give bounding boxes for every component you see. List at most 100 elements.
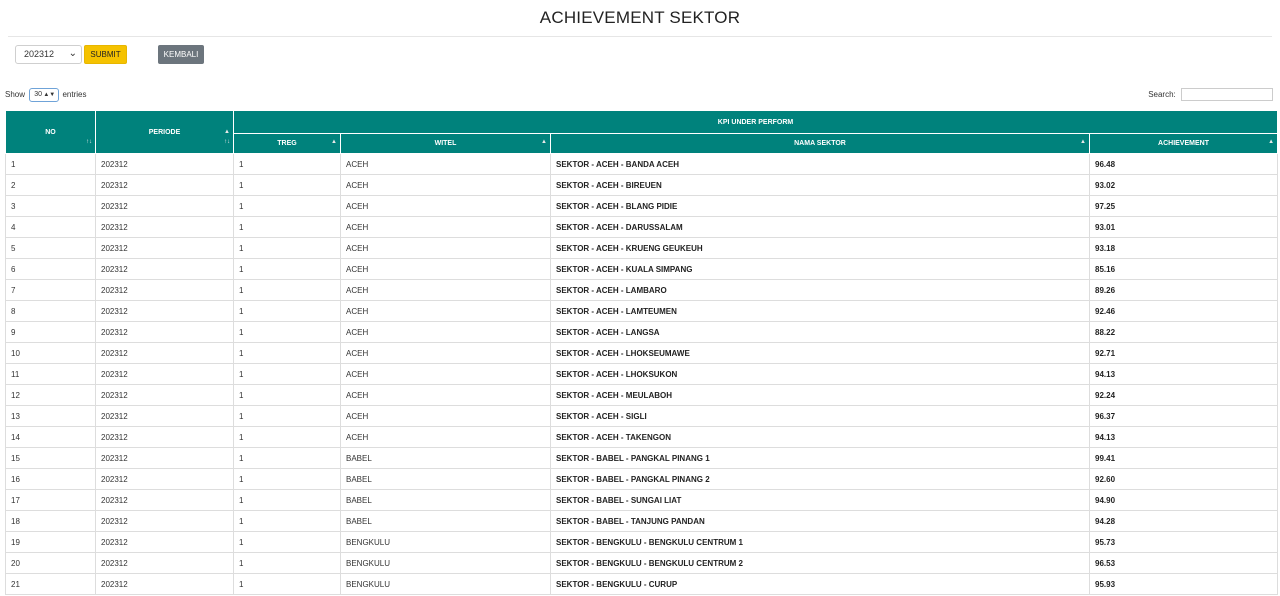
back-button[interactable]: KEMBALI — [158, 45, 204, 64]
cell-no: 10 — [5, 342, 96, 364]
cell-no: 11 — [5, 363, 96, 385]
cell-no: 4 — [5, 216, 96, 238]
cell-periode: 202312 — [95, 237, 234, 259]
table-row: 17 202312 1 BABEL SEKTOR - BABEL - SUNGAI LI… — [5, 489, 1279, 511]
cell-witel: ACEH — [340, 405, 551, 427]
column-header-no[interactable]: NO ↑↓ — [5, 110, 96, 154]
cell-achievement: 94.28 — [1088, 510, 1279, 532]
cell-witel: ACEH — [340, 321, 551, 343]
table-body: 1 202312 1 ACEH SEKTOR - ACEH - BANDA ACEH 96… — [5, 153, 1279, 595]
cell-achievement: 97.25 — [1088, 195, 1279, 217]
period-select[interactable]: 202312 ⌄ — [15, 45, 82, 64]
table-row: 20 202312 1 BENGKULU SEKTOR - BENGKULU - BEN… — [5, 552, 1279, 574]
cell-no: 12 — [5, 384, 96, 406]
cell-achievement: 93.02 — [1088, 174, 1279, 196]
cell-periode: 202312 — [95, 447, 234, 469]
cell-periode: 202312 — [95, 321, 234, 343]
cell-achievement: 94.90 — [1088, 489, 1279, 511]
entries-length-value: 30 — [34, 91, 43, 98]
cell-nama-sektor: SEKTOR - ACEH - MEULABOH — [550, 384, 1090, 406]
cell-periode: 202312 — [95, 468, 234, 490]
table-row: 10 202312 1 ACEH SEKTOR - ACEH - LHOKSEUMAWE… — [5, 342, 1279, 364]
cell-no: 21 — [5, 573, 96, 595]
column-header-treg[interactable]: TREG ▲ — [233, 133, 341, 154]
cell-witel: ACEH — [340, 426, 551, 448]
cell-nama-sektor: SEKTOR - ACEH - SIGLI — [550, 405, 1090, 427]
cell-periode: 202312 — [95, 405, 234, 427]
cell-treg: 1 — [233, 468, 341, 490]
cell-witel: ACEH — [340, 258, 551, 280]
table-row: 5 202312 1 ACEH SEKTOR - ACEH - KRUENG GEUKE… — [5, 237, 1279, 259]
cell-periode: 202312 — [95, 300, 234, 322]
cell-treg: 1 — [233, 279, 341, 301]
table-row: 6 202312 1 ACEH SEKTOR - ACEH - KUALA SIMPAN… — [5, 258, 1279, 280]
cell-periode: 202312 — [95, 153, 234, 175]
cell-no: 17 — [5, 489, 96, 511]
cell-periode: 202312 — [95, 384, 234, 406]
sort-both-icon: ▲ — [224, 129, 230, 135]
cell-nama-sektor: SEKTOR - ACEH - BLANG PIDIE — [550, 195, 1090, 217]
cell-periode: 202312 — [95, 552, 234, 574]
cell-treg: 1 — [233, 153, 341, 175]
cell-achievement: 93.01 — [1088, 216, 1279, 238]
cell-periode: 202312 — [95, 258, 234, 280]
column-header-nama-sektor[interactable]: NAMA SEKTOR ▲ — [550, 133, 1090, 154]
entries-length-select[interactable]: 30 ▲▼ — [29, 88, 60, 102]
cell-treg: 1 — [233, 405, 341, 427]
table-row: 8 202312 1 ACEH SEKTOR - ACEH - LAMTEUMEN 92.… — [5, 300, 1279, 322]
cell-achievement: 94.13 — [1088, 426, 1279, 448]
search-input[interactable] — [1181, 88, 1273, 101]
column-header-witel[interactable]: WITEL ▲ — [340, 133, 551, 154]
cell-nama-sektor: SEKTOR - ACEH - LANGSA — [550, 321, 1090, 343]
cell-achievement: 92.24 — [1088, 384, 1279, 406]
cell-nama-sektor: SEKTOR - BABEL - TANJUNG PANDAN — [550, 510, 1090, 532]
cell-witel: BABEL — [340, 510, 551, 532]
cell-nama-sektor: SEKTOR - BENGKULU - BENGKULU CENTRUM 2 — [550, 552, 1090, 574]
submit-button[interactable]: SUBMIT — [84, 45, 127, 64]
cell-witel: BENGKULU — [340, 552, 551, 574]
cell-treg: 1 — [233, 195, 341, 217]
cell-treg: 1 — [233, 237, 341, 259]
cell-treg: 1 — [233, 363, 341, 385]
chevron-down-icon: ⌄ — [68, 48, 77, 59]
cell-no: 9 — [5, 321, 96, 343]
show-label: Show — [5, 90, 26, 99]
cell-nama-sektor: SEKTOR - ACEH - DARUSSALAM — [550, 216, 1090, 238]
search-label: Search: — [1148, 90, 1176, 99]
cell-nama-sektor: SEKTOR - BABEL - SUNGAI LIAT — [550, 489, 1090, 511]
cell-achievement: 92.60 — [1088, 468, 1279, 490]
table-row: 15 202312 1 BABEL SEKTOR - BABEL - PANGKAL P… — [5, 447, 1279, 469]
cell-achievement: 99.41 — [1088, 447, 1279, 469]
cell-nama-sektor: SEKTOR - BENGKULU - CURUP — [550, 573, 1090, 595]
table-row: 3 202312 1 ACEH SEKTOR - ACEH - BLANG PIDIE 9… — [5, 195, 1279, 217]
period-select-value: 202312 — [24, 49, 55, 59]
cell-periode: 202312 — [95, 489, 234, 511]
sort-both-icon: ▲ — [331, 139, 337, 145]
cell-achievement: 92.46 — [1088, 300, 1279, 322]
cell-treg: 1 — [233, 573, 341, 595]
cell-periode: 202312 — [95, 195, 234, 217]
cell-witel: ACEH — [340, 384, 551, 406]
cell-achievement: 95.73 — [1088, 531, 1279, 553]
table-row: 11 202312 1 ACEH SEKTOR - ACEH - LHOKSUKON 94… — [5, 363, 1279, 385]
group-header-kpi-under-perform: KPI UNDER PERFORM — [232, 110, 1279, 134]
table-row: 13 202312 1 ACEH SEKTOR - ACEH - SIGLI 96.37 — [5, 405, 1279, 427]
column-header-periode[interactable]: PERIODE ▲ ↑↓ — [95, 110, 234, 154]
cell-nama-sektor: SEKTOR - ACEH - BIREUEN — [550, 174, 1090, 196]
cell-periode: 202312 — [95, 426, 234, 448]
table-row: 21 202312 1 BENGKULU SEKTOR - BENGKULU - CUR… — [5, 573, 1279, 595]
table-row: 14 202312 1 ACEH SEKTOR - ACEH - TAKENGON 94.… — [5, 426, 1279, 448]
cell-nama-sektor: SEKTOR - BABEL - PANGKAL PINANG 2 — [550, 468, 1090, 490]
cell-achievement: 93.18 — [1088, 237, 1279, 259]
cell-witel: ACEH — [340, 195, 551, 217]
cell-treg: 1 — [233, 531, 341, 553]
cell-no: 19 — [5, 531, 96, 553]
cell-treg: 1 — [233, 321, 341, 343]
table-row: 18 202312 1 BABEL SEKTOR - BABEL - TANJUNG P… — [5, 510, 1279, 532]
cell-achievement: 94.13 — [1088, 363, 1279, 385]
column-header-achievement[interactable]: ACHIEVEMENT ▲ — [1088, 133, 1279, 154]
entries-label: entries — [62, 90, 87, 99]
cell-witel: ACEH — [340, 216, 551, 238]
cell-periode: 202312 — [95, 216, 234, 238]
cell-no: 16 — [5, 468, 96, 490]
